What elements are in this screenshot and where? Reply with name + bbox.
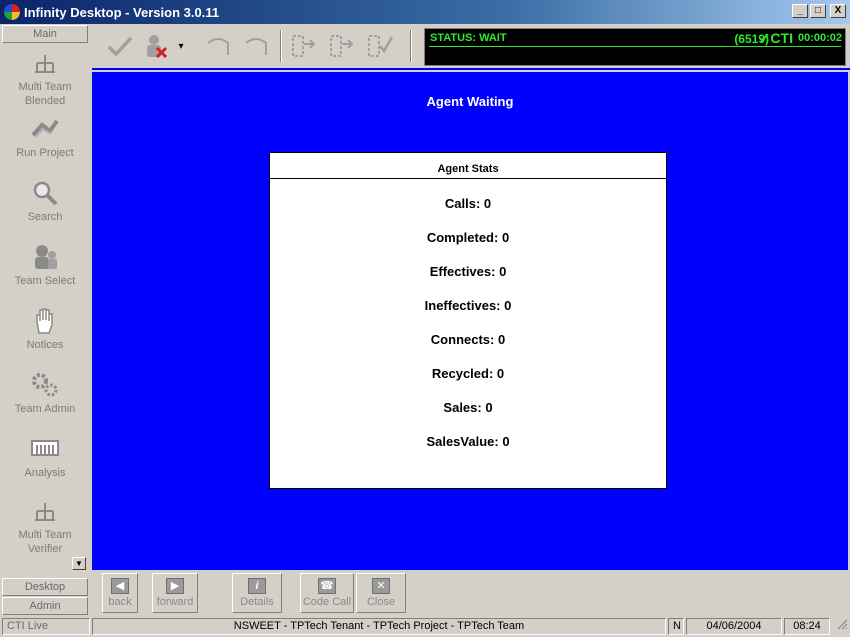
search-icon (29, 178, 61, 208)
stat-recycled: Recycled: 0 (431, 366, 505, 381)
agent-logout-icon[interactable] (142, 32, 170, 60)
close-window-button[interactable]: X (830, 4, 846, 18)
minimize-button[interactable]: _ (792, 4, 808, 18)
forward-arrow-icon: ▶ (166, 578, 184, 594)
sidebar-item-label: Analysis (24, 467, 66, 479)
run-icon (29, 114, 61, 144)
status-divider (429, 46, 841, 47)
toolbar: ▾ STATUS: WAIT (6519) ✓CTI 00:00:02 (92, 24, 850, 70)
cti-status: CTI Live (2, 618, 90, 635)
session-context: NSWEET - TPTech Tenant - TPTech Project … (92, 618, 666, 635)
stat-completed: Completed: 0 (426, 230, 510, 245)
code-call-button-label: Code Call (302, 596, 352, 608)
call-timer: 00:00:02 (797, 32, 842, 44)
back-button-label: back (108, 596, 132, 608)
resize-grip-icon[interactable] (832, 618, 848, 635)
status-bar: CTI Live NSWEET - TPTech Tenant - TPTech… (0, 616, 850, 637)
complete-icon[interactable] (366, 32, 394, 60)
sidebar-item-label: Multi Team Blended (18, 81, 72, 107)
sidebar-tab-admin[interactable]: Admin (2, 597, 88, 615)
sidebar-scroll-down-button[interactable]: ▼ (72, 557, 86, 570)
close-icon: ✕ (372, 578, 390, 594)
sidebar-header-main[interactable]: Main (2, 25, 88, 43)
forward-button-label: forward (156, 596, 194, 608)
network-icon (29, 50, 61, 78)
info-icon: i (248, 578, 266, 594)
mode-indicator: N (668, 618, 684, 635)
chart-icon (29, 434, 61, 464)
stat-connects: Connects: 0 (430, 332, 506, 347)
status-time: 08:24 (784, 618, 830, 635)
sidebar-item-team-select[interactable]: Team Select (0, 236, 90, 300)
bottom-toolbar: ◀ back ▶ forward i Details ☎ Code Call ✕… (92, 571, 850, 615)
gears-icon (29, 370, 61, 400)
code-call-button[interactable]: ☎ Code Call (300, 573, 354, 613)
sidebar-item-multi-team-blended[interactable]: Multi Team Blended (0, 44, 90, 108)
sidebar-item-search[interactable]: Search (0, 172, 90, 236)
sidebar-item-analysis[interactable]: Analysis (0, 428, 90, 492)
back-button[interactable]: ◀ back (102, 573, 138, 613)
page-title: Agent Waiting (426, 94, 514, 109)
sidebar-item-label: Team Select (14, 275, 76, 287)
agent-stats-panel: Agent Stats Calls: 0 Completed: 0 Effect… (269, 152, 667, 489)
stat-ineffectives: Ineffectives: 0 (424, 298, 512, 313)
toolbar-separator (280, 30, 282, 62)
sidebar-item-label: Search (27, 211, 63, 223)
details-button[interactable]: i Details (232, 573, 282, 613)
close-button-label: Close (366, 596, 396, 608)
sidebar-item-run-project[interactable]: Run Project (0, 108, 90, 172)
stat-calls: Calls: 0 (444, 196, 492, 211)
toolbar-separator (410, 30, 412, 62)
conference-icon[interactable] (290, 32, 318, 60)
status-panel: STATUS: WAIT (6519) ✓CTI 00:00:02 (424, 28, 846, 66)
hold-icon[interactable] (328, 32, 356, 60)
sidebar-item-label: Run Project (16, 147, 74, 159)
back-arrow-icon: ◀ (111, 578, 129, 594)
checkmark-icon[interactable] (106, 32, 134, 60)
hand-icon (29, 306, 61, 336)
cti-indicator: ✓CTI (758, 30, 793, 46)
transfer-icon[interactable] (242, 32, 270, 60)
maximize-button[interactable]: □ (810, 4, 826, 18)
stat-sales-value: SalesValue: 0 (426, 434, 510, 449)
sidebar-item-notices[interactable]: Notices (0, 300, 90, 364)
main-panel: Agent Waiting Agent Stats Calls: 0 Compl… (92, 72, 848, 570)
sidebar-item-label: Multi Team Verifier (18, 529, 72, 555)
status-text: STATUS: WAIT (430, 32, 507, 44)
details-button-label: Details (240, 596, 274, 608)
close-button[interactable]: ✕ Close (356, 573, 406, 613)
window-title: Infinity Desktop - Version 3.0.11 (24, 4, 220, 20)
app-logo-icon (4, 4, 20, 20)
sidebar-item-multi-team-verifier[interactable]: Multi Team Verifier (0, 492, 90, 556)
status-date: 04/06/2004 (686, 618, 782, 635)
sidebar-item-label: Notices (26, 339, 64, 351)
team-icon (29, 242, 61, 272)
redial-icon[interactable] (204, 32, 232, 60)
stat-sales: Sales: 0 (443, 400, 493, 415)
sidebar-item-team-admin[interactable]: Team Admin (0, 364, 90, 428)
stat-effectives: Effectives: 0 (429, 264, 507, 279)
agent-stats-header: Agent Stats (270, 153, 666, 179)
sidebar-item-label: Team Admin (14, 403, 76, 415)
network-icon (29, 498, 61, 526)
chevron-down-icon[interactable]: ▾ (174, 32, 188, 60)
forward-button[interactable]: ▶ forward (152, 573, 198, 613)
sidebar: Main Multi Team Blended Run Project Sear… (0, 24, 90, 616)
title-bar: Infinity Desktop - Version 3.0.11 _ □ X (0, 0, 850, 24)
code-call-icon: ☎ (318, 578, 336, 594)
sidebar-tab-desktop[interactable]: Desktop (2, 578, 88, 596)
